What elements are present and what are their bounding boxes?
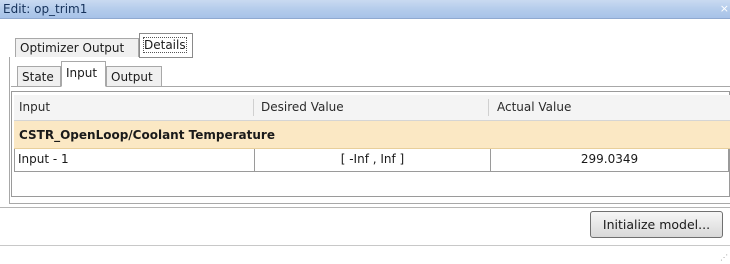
panel-separator <box>0 207 730 208</box>
column-divider[interactable] <box>253 99 254 116</box>
tab-details-label: Details <box>143 37 187 53</box>
tab-optimizer-output[interactable]: Optimizer Output <box>15 38 139 58</box>
tab-state-label: State <box>22 70 54 84</box>
column-header-actual-value[interactable]: Actual Value <box>497 95 571 120</box>
title-bar: Edit: op_trim1 × <box>0 0 730 19</box>
column-divider[interactable] <box>488 99 489 116</box>
table-header: Input Desired Value Actual Value <box>14 95 730 121</box>
column-header-desired-value[interactable]: Desired Value <box>261 95 344 120</box>
cell-desired-value[interactable]: [ -Inf , Inf ] <box>255 149 491 171</box>
cell-input-text: Input - 1 <box>18 152 69 166</box>
close-icon[interactable]: × <box>720 2 729 15</box>
tab-output[interactable]: Output <box>106 66 162 87</box>
tab-state[interactable]: State <box>17 66 61 87</box>
group-row[interactable]: CSTR_OpenLoop/Coolant Temperature <box>14 121 730 149</box>
cell-actual-value[interactable]: 299.0349 <box>491 149 729 171</box>
tab-input-label: Input <box>66 66 98 80</box>
window-title: Edit: op_trim1 <box>3 2 88 16</box>
tab-details[interactable]: Details <box>139 33 193 58</box>
table-row[interactable]: Input - 1 [ -Inf , Inf ] 299.0349 <box>14 149 730 172</box>
tab-optimizer-output-label: Optimizer Output <box>20 41 125 55</box>
initialize-model-button[interactable]: Initialize model... <box>590 211 723 238</box>
cell-input[interactable]: Input - 1 <box>14 149 255 171</box>
status-bar-border <box>0 245 730 246</box>
group-row-label: CSTR_OpenLoop/Coolant Temperature <box>19 128 275 142</box>
cell-actual-value-text: 299.0349 <box>580 152 639 166</box>
inner-tabstrip-border <box>11 86 730 87</box>
tab-input[interactable]: Input <box>61 61 106 87</box>
cell-desired-value-text: [ -Inf , Inf ] <box>340 152 405 166</box>
column-header-input[interactable]: Input <box>19 95 50 120</box>
tab-output-label: Output <box>111 70 153 84</box>
resize-grip-icon[interactable]: ⋰ <box>720 254 728 262</box>
